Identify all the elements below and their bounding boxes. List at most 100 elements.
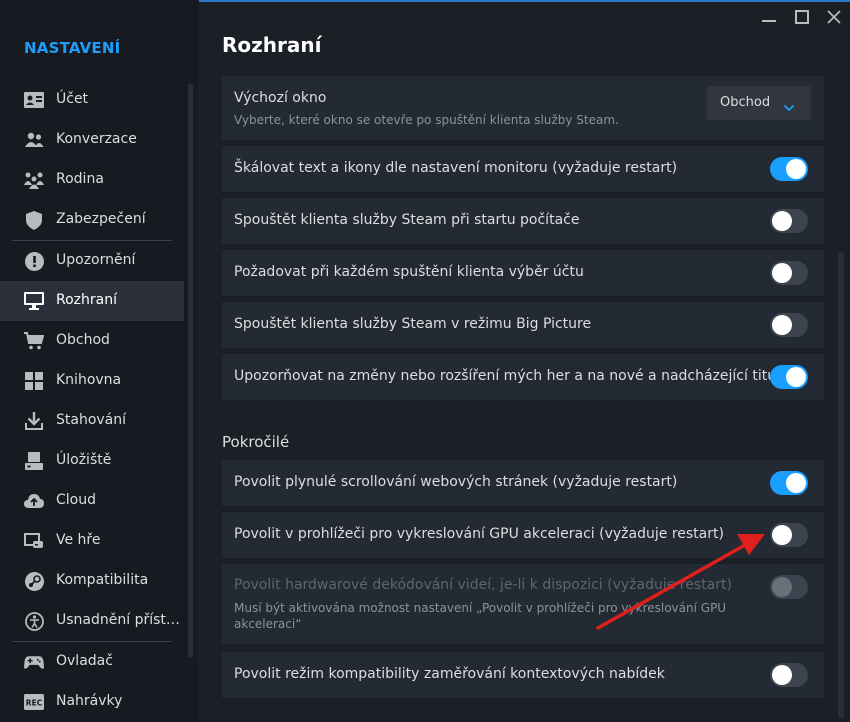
exclamation-icon [24,251,44,271]
sidebar-scrollbar[interactable] [188,84,193,658]
sidebar-item-cloud[interactable]: Cloud [0,481,184,521]
steam-settings-window: NASTAVENÍ Účet Konverzace Rodina Zabezpe [0,0,850,722]
sidebar-item-conversations[interactable]: Konverzace [0,120,184,160]
default-window-label: Výchozí okno [234,90,327,106]
sidebar-item-accessibility[interactable]: Usnadnění příst… [0,601,184,641]
grid-icon [24,371,44,391]
gamepad-icon [24,652,44,672]
sidebar-item-store[interactable]: Obchod [0,321,184,361]
sidebar-item-in-game[interactable]: Ve hře [0,521,184,561]
people-icon [24,130,44,150]
setting-row: Požadovat při každém spuštění klienta vý… [222,250,824,296]
sidebar-item-label: Stahování [56,412,127,428]
advanced-section-title: Pokročilé [222,433,290,451]
setting-row: Spouštět klienta služby Steam při startu… [222,198,824,244]
setting-row: Škálovat text a ikony dle nastavení moni… [222,146,824,192]
sidebar-item-library[interactable]: Knihovna [0,361,184,401]
cart-icon [24,331,44,351]
sidebar-item-label: Účet [56,91,89,107]
steam-icon [24,571,44,591]
setting-row-disabled: Povolit hardwarové dekódování videí, je-… [222,564,824,644]
minimize-button[interactable] [757,6,781,28]
main-scrollbar[interactable] [838,252,844,718]
toggle-knob [786,367,806,387]
sidebar-item-label: Ve hře [56,532,101,548]
run-at-startup-toggle[interactable] [770,209,808,233]
family-icon [24,170,44,190]
window-top-accent [199,0,850,2]
setting-row: Povolit v prohlížeči pro vykreslování GP… [222,512,824,558]
in-game-icon [24,531,44,551]
sidebar-item-label: Konverzace [56,131,137,147]
sidebar-item-label: Zabezpečení [56,211,146,227]
sidebar-item-label: Usnadnění příst… [56,612,180,628]
hw-video-decode-toggle[interactable] [770,575,808,599]
sidebar-item-label: Obchod [56,332,110,348]
toggle-knob [772,577,792,597]
dropdown-selected-value: Obchod [720,95,771,110]
gpu-acceleration-toggle[interactable] [770,523,808,547]
sidebar-title: NASTAVENÍ [24,39,121,57]
sidebar-item-label: Rozhraní [56,292,117,308]
sidebar-item-storage[interactable]: Úložiště [0,441,184,481]
sidebar: NASTAVENÍ Účet Konverzace Rodina Zabezpe [0,0,198,722]
sidebar-item-account[interactable]: Účet [0,80,184,120]
sidebar-item-label: Kompatibilita [56,572,149,588]
toggle-knob [772,211,792,231]
sidebar-item-recordings[interactable]: REC Nahrávky [0,682,184,722]
setting-label: Povolit režim kompatibility zaměřování k… [234,666,665,682]
page-title: Rozhraní [222,33,322,57]
svg-text:REC: REC [26,699,43,708]
setting-row: Povolit režim kompatibility zaměřování k… [222,652,824,698]
rec-icon: REC [24,692,44,712]
toggle-knob [772,525,792,545]
sidebar-item-label: Knihovna [56,372,122,388]
sidebar-item-compatibility[interactable]: Kompatibilita [0,561,184,601]
setting-row: Upozorňovat na změny nebo rozšíření mých… [222,354,824,400]
sidebar-item-label: Cloud [56,492,96,508]
notify-changes-toggle[interactable] [770,365,808,389]
toggle-knob [772,263,792,283]
sidebar-item-interface[interactable]: Rozhraní [0,281,184,321]
sidebar-item-controller[interactable]: Ovladač [0,642,184,682]
accessibility-icon [24,611,44,631]
setting-label: Povolit plynulé scrollování webových str… [234,474,678,490]
toggle-knob [786,473,806,493]
close-button[interactable] [822,6,846,28]
cloud-icon [24,491,44,511]
smooth-scroll-toggle[interactable] [770,471,808,495]
sidebar-item-family[interactable]: Rodina [0,160,184,200]
big-picture-toggle[interactable] [770,313,808,337]
setting-label: Spouštět klienta služby Steam v režimu B… [234,316,592,332]
setting-label: Upozorňovat na změny nebo rozšíření mých… [234,368,789,384]
drive-icon [24,451,44,471]
account-card-icon [24,90,44,110]
sidebar-item-label: Rodina [56,171,104,187]
sidebar-item-label: Ovladač [56,653,113,669]
setting-label: Povolit hardwarové dekódování videí, je-… [234,577,732,593]
sidebar-item-downloads[interactable]: Stahování [0,401,184,441]
shield-icon [24,210,44,230]
default-window-description: Vyberte, které okno se otevře po spuštěn… [234,113,619,127]
scale-ui-toggle[interactable] [770,157,808,181]
setting-description: Musí být aktivována možnost nastavení „P… [234,601,727,631]
setting-row: Spouštět klienta služby Steam v režimu B… [222,302,824,348]
monitor-icon [24,291,44,311]
sidebar-item-label: Úložiště [56,452,112,468]
account-select-toggle[interactable] [770,261,808,285]
sidebar-item-label: Upozornění [56,252,136,268]
default-window-row: Výchozí okno Vyberte, které okno se otev… [222,76,824,140]
sidebar-item-security[interactable]: Zabezpečení [0,200,184,240]
toggle-knob [772,665,792,685]
setting-label: Požadovat při každém spuštění klienta vý… [234,264,584,280]
sidebar-item-notifications[interactable]: Upozornění [0,241,184,281]
default-window-dropdown[interactable]: Obchod [707,86,811,120]
setting-row: Povolit plynulé scrollování webových str… [222,460,824,506]
maximize-button[interactable] [790,6,814,28]
context-menu-compat-toggle[interactable] [770,663,808,687]
toggle-knob [772,315,792,335]
setting-label: Povolit v prohlížeči pro vykreslování GP… [234,526,724,542]
download-icon [24,411,44,431]
toggle-knob [786,159,806,179]
sidebar-item-label: Nahrávky [56,693,123,709]
